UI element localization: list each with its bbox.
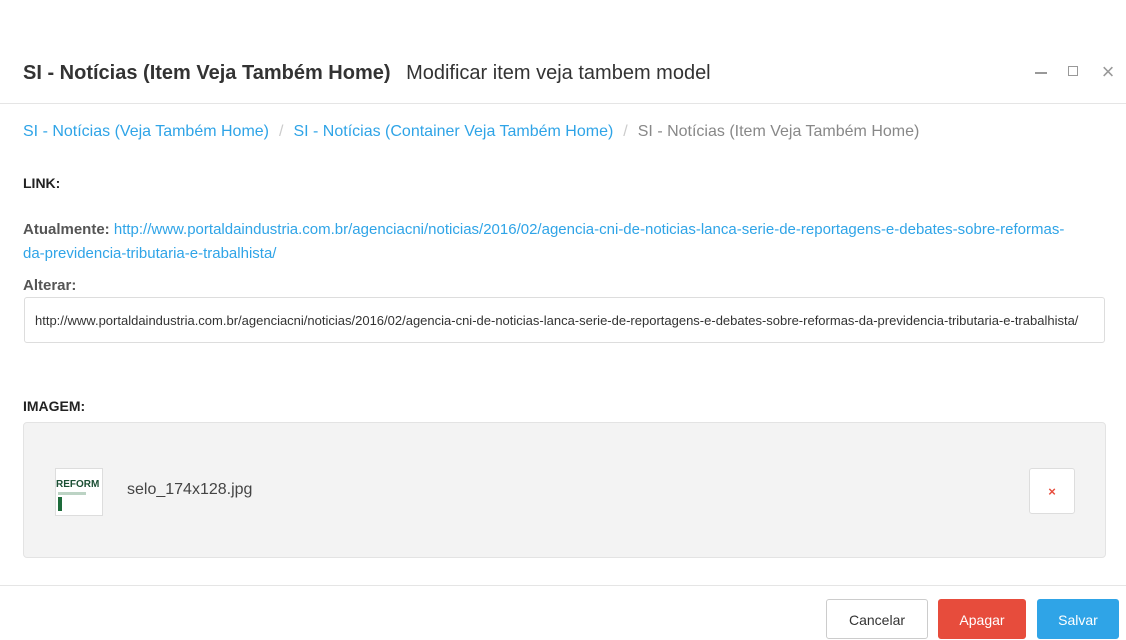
save-button[interactable]: Salvar <box>1037 599 1119 639</box>
link-section-label: LINK: <box>23 175 61 191</box>
breadcrumb-separator: / <box>279 123 284 140</box>
breadcrumb-item-current: SI - Notícias (Item Veja Também Home) <box>637 123 920 140</box>
link-url-input[interactable] <box>24 297 1105 343</box>
thumbnail-logo-bar <box>58 497 62 511</box>
current-link-label: Atualmente: <box>23 221 110 238</box>
maximize-icon[interactable] <box>1062 60 1086 84</box>
modal-subtitle: Modificar item veja tambem model <box>406 62 711 84</box>
minimize-icon[interactable] <box>1029 60 1053 84</box>
image-upload-box: REFORM selo_174x128.jpg × <box>23 422 1106 558</box>
footer-divider <box>0 585 1126 586</box>
image-file-name: selo_174x128.jpg <box>127 481 253 498</box>
breadcrumb-item-veja-tambem-home[interactable]: SI - Notícias (Veja Também Home) <box>23 123 269 140</box>
image-thumbnail[interactable]: REFORM <box>55 468 103 516</box>
thumbnail-logo-text: REFORM <box>56 479 100 490</box>
modal-title: SI - Notícias (Item Veja Também Home) Mo… <box>23 61 711 85</box>
remove-image-button[interactable]: × <box>1029 468 1075 514</box>
current-link-url[interactable]: http://www.portaldaindustria.com.br/agen… <box>23 221 1064 262</box>
close-icon[interactable]: × <box>1096 60 1120 84</box>
current-link-block: Atualmente: http://www.portaldaindustria… <box>23 218 1083 266</box>
breadcrumb: SI - Notícias (Veja Também Home) / SI - No… <box>23 122 919 142</box>
modal-header: SI - Notícias (Item Veja Também Home) Mo… <box>0 0 1126 104</box>
image-section-label: IMAGEM: <box>23 398 86 414</box>
breadcrumb-item-container[interactable]: SI - Notícias (Container Veja Também Hom… <box>293 123 613 140</box>
thumbnail-logo-line <box>58 492 86 495</box>
delete-button[interactable]: Apagar <box>938 599 1026 639</box>
breadcrumb-separator: / <box>623 123 628 140</box>
cancel-button[interactable]: Cancelar <box>826 599 928 639</box>
remove-icon: × <box>1048 484 1056 499</box>
change-link-label: Alterar: <box>23 277 77 294</box>
modal-title-main: SI - Notícias (Item Veja Também Home) <box>23 62 391 84</box>
